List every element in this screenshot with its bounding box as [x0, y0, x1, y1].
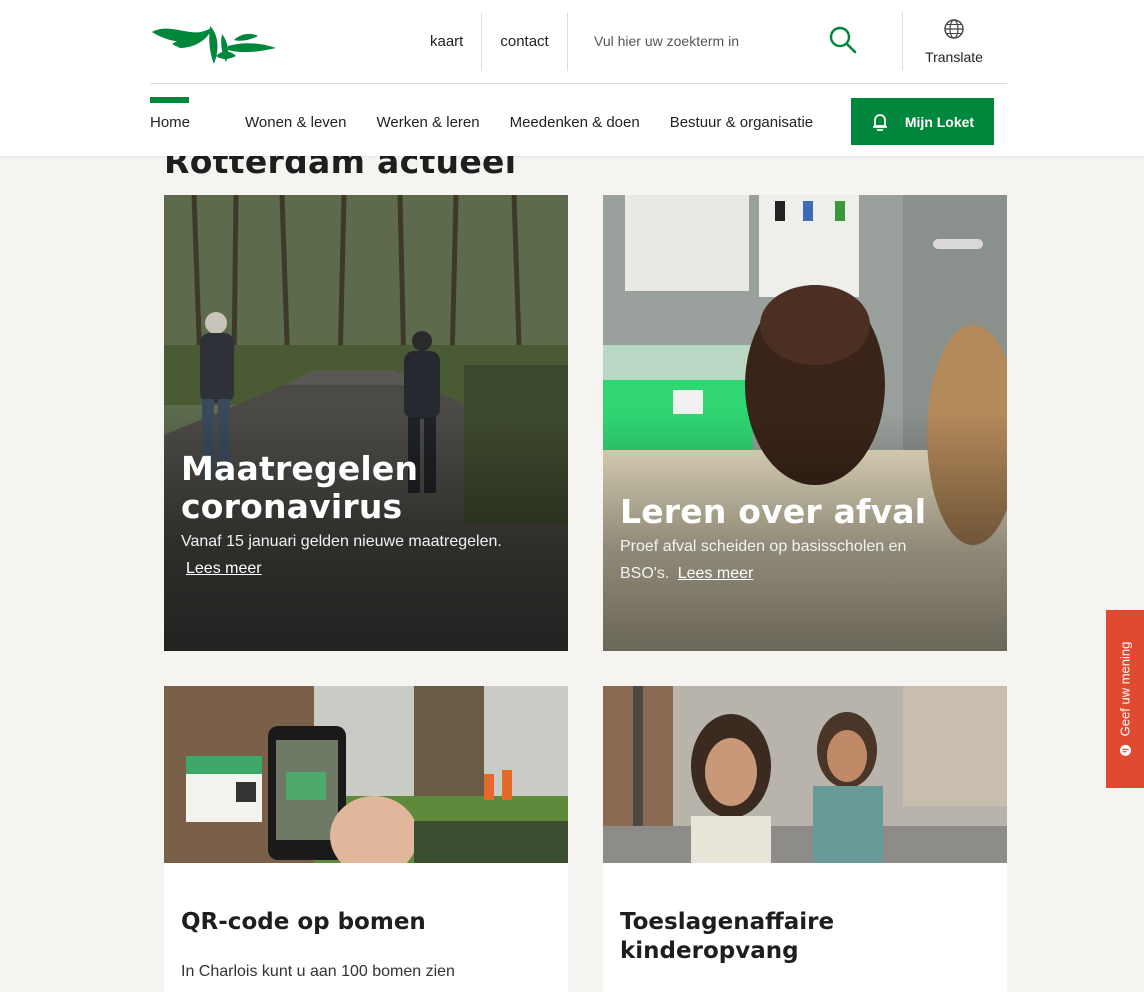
- nav-item-meedenken-doen[interactable]: Meedenken & doen: [496, 99, 654, 147]
- search-input[interactable]: [578, 33, 818, 49]
- rotterdam-logo[interactable]: [150, 20, 282, 70]
- mijn-loket-label: Mijn Loket: [904, 113, 975, 130]
- card-text: Leren over afval Proef afval scheiden op…: [620, 493, 993, 587]
- top-links: kaart contact: [412, 12, 568, 72]
- search-button[interactable]: [826, 24, 860, 58]
- card-title: Toeslagenaffaire kinderopvang: [620, 908, 990, 966]
- card-title-line: Toeslagenaffaire: [620, 909, 835, 935]
- search-bar: [578, 12, 902, 70]
- card-title: QR-code op bomen: [181, 909, 426, 935]
- news-card-toeslagenaffaire[interactable]: Toeslagenaffaire kinderopvang: [603, 686, 1007, 992]
- card-title-line: Maatregelen: [181, 449, 419, 488]
- translate-label: Translate: [925, 49, 983, 65]
- bell-icon: [872, 113, 887, 131]
- lees-meer-link[interactable]: Lees meer: [678, 565, 754, 582]
- nav-item-bestuur-organisatie[interactable]: Bestuur & organisatie: [656, 99, 827, 147]
- chat-icon: [1119, 744, 1131, 756]
- mijn-loket-button[interactable]: Mijn Loket: [851, 98, 994, 145]
- card-title-line: Leren over afval: [620, 492, 927, 531]
- qr-tree-image: [164, 686, 568, 863]
- feedback-content: Geef uw mening: [1118, 642, 1133, 757]
- card-description: In Charlois kunt u aan 100 bomen zien: [181, 963, 455, 980]
- header-divider: [150, 83, 1007, 84]
- card-description: Proef afval scheiden op basisscholen en …: [620, 533, 993, 587]
- top-link-contact[interactable]: contact: [482, 13, 566, 71]
- news-card-qr-code[interactable]: QR-code op bomen In Charlois kunt u aan …: [164, 686, 568, 992]
- feedback-tab[interactable]: Geef uw mening: [1106, 610, 1144, 788]
- search-icon: [829, 26, 857, 53]
- two-women-image: [603, 686, 1007, 863]
- card-description-text: Proef afval scheiden op basisscholen en: [620, 538, 907, 555]
- news-card-afval[interactable]: Leren over afval Proef afval scheiden op…: [603, 195, 1007, 651]
- feedback-label: Geef uw mening: [1117, 641, 1133, 737]
- divider: [566, 13, 568, 71]
- news-card-coronavirus[interactable]: Maatregelen coronavirus Vanaf 15 januari…: [164, 195, 568, 651]
- top-link-kaart[interactable]: kaart: [412, 13, 481, 71]
- main-nav: Home Wonen & leven Werken & leren Meeden…: [150, 97, 827, 148]
- nav-item-werken-leren[interactable]: Werken & leren: [362, 99, 493, 147]
- nav-item-wonen-leven[interactable]: Wonen & leven: [231, 99, 360, 147]
- card-description-text: BSO's.: [620, 565, 670, 582]
- card-title-line: kinderopvang: [620, 938, 799, 964]
- translate-button[interactable]: Translate: [912, 18, 996, 72]
- globe-icon: [944, 19, 964, 39]
- nav-item-home[interactable]: Home: [137, 97, 203, 147]
- card-title-line: coronavirus: [181, 487, 403, 526]
- lees-meer-link[interactable]: Lees meer: [186, 560, 262, 577]
- card-description-text: Vanaf 15 januari gelden nieuwe maatregel…: [181, 533, 502, 550]
- card-text: Maatregelen coronavirus Vanaf 15 januari…: [181, 450, 554, 582]
- divider: [902, 12, 903, 70]
- site-header: kaart contact Translate Home Wonen & lev…: [0, 0, 1144, 156]
- card-description: Vanaf 15 januari gelden nieuwe maatregel…: [181, 528, 554, 582]
